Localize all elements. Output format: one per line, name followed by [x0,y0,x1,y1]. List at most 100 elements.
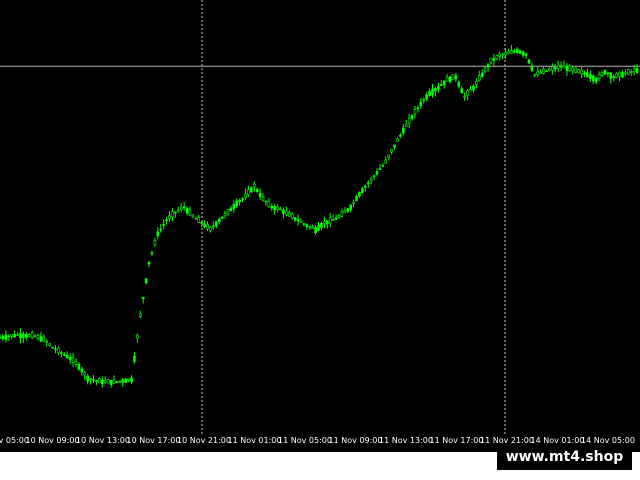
candle-body [583,72,586,75]
candle-body [74,361,78,365]
candle-body [437,86,440,90]
candle-body [369,178,373,181]
candle-body [530,65,534,71]
price-chart-canvas[interactable] [0,0,640,435]
candle-body [448,76,452,83]
candle-body [454,75,458,80]
candle-body [27,334,31,337]
candle-body [580,69,583,75]
candle-body [565,66,569,72]
candle-body [203,223,206,228]
candle-body [232,204,236,209]
candle-body [559,65,563,68]
candle-body [36,335,40,339]
candle-body [451,74,455,81]
candle-body [568,65,572,72]
candle-body [165,219,168,222]
candle-body [627,69,630,75]
candle-body [250,187,253,193]
candle-body [171,211,174,218]
candle-body [591,75,595,82]
candle-body [431,88,434,95]
candle-body [609,72,613,79]
candle-body [4,334,8,340]
candle-body [244,193,247,199]
candle-body [317,224,320,231]
candle-body [112,379,116,384]
candle-body [60,352,63,355]
candle-body [489,57,493,64]
candle-body [556,65,560,69]
candle-body [635,67,639,73]
candle-body [267,200,271,207]
candle-body [571,67,575,72]
candle-body [384,159,388,164]
candle-body [352,201,355,204]
candle-body [98,378,101,383]
candle-body [475,81,478,85]
candle-body [191,214,195,218]
candle-body [92,379,95,381]
candle-body [326,220,329,225]
candle-body [185,207,189,214]
candle-body [77,363,81,370]
candle-body [212,225,215,228]
candle-body [328,217,332,224]
candle-body [337,215,341,218]
candle-body [279,208,282,211]
candle-body [495,55,499,59]
candle-body [179,206,183,210]
candle-body [288,212,291,217]
candle-body [226,209,230,215]
candle-body [71,357,75,363]
candle-body [355,196,358,202]
candle-body [460,88,464,94]
candle-body [241,198,244,200]
candle-body [200,222,203,224]
candle-body [118,380,122,383]
candle-body [551,66,554,71]
time-axis-label: 10 Nov 21:00 [177,436,231,445]
candle-body [358,191,361,197]
candle-body [311,226,314,230]
candle-body [331,219,335,221]
price-chart[interactable] [0,0,640,435]
candle-body [393,144,396,148]
candle-body [261,196,265,201]
candle-body [273,205,277,211]
candle-body [349,204,352,211]
watermark-text: www.mt4.shop [505,449,624,465]
candle-body [223,212,227,217]
candle-body [293,217,297,221]
candle-body [401,127,405,134]
time-axis-label: 10 Nov 13:00 [76,436,130,445]
candle-body [413,109,417,115]
candle-body [176,209,180,212]
candle-body [513,50,516,53]
candle-body [282,209,285,214]
candle-body [220,216,224,219]
candle-body [255,188,259,192]
candle-body [209,226,212,232]
candle-body [174,211,177,214]
candle-body [507,51,510,55]
candle-body [434,87,437,92]
candle-body [238,199,241,203]
candle-body [527,59,531,64]
candle-body [229,207,233,212]
candle-body [54,348,57,351]
candle-body [83,372,87,376]
candle-body [510,49,513,54]
candle-body [632,68,636,73]
candle-body [80,368,84,373]
candle-body [323,221,326,224]
candle-body [410,115,414,119]
candle-body [150,252,154,254]
candle-body [194,217,198,220]
candle-body [214,221,218,227]
candle-body [603,69,607,75]
candle-body [109,379,113,386]
candle-body [366,182,370,185]
candle-body [51,346,54,349]
time-axis-label: 11 Nov 05:00 [278,436,332,445]
